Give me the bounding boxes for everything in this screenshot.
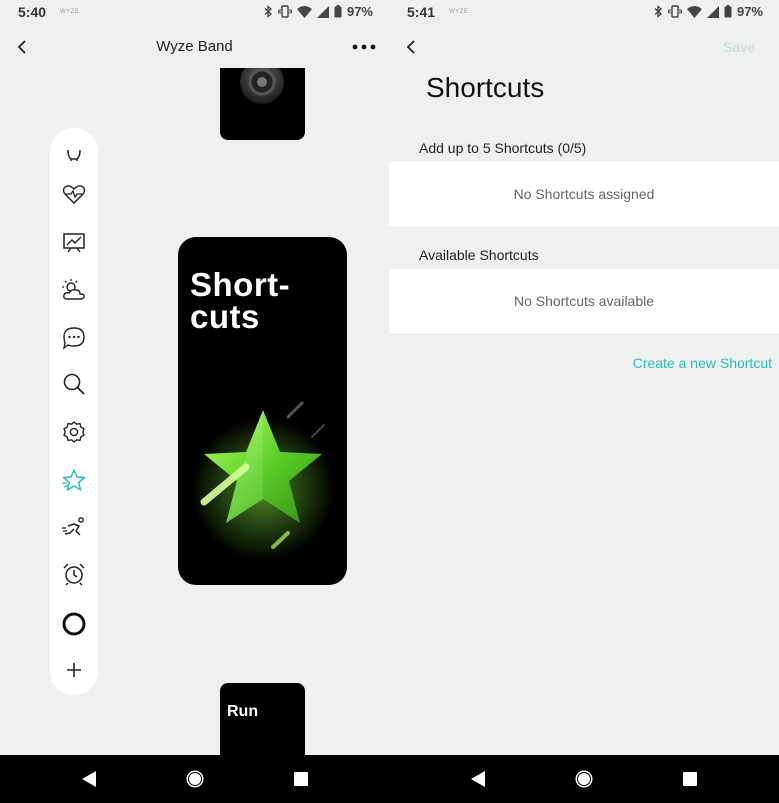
assigned-shortcuts-list: No Shortcuts assigned (389, 162, 779, 226)
top-app-bar: Wyze Band (0, 30, 389, 64)
nav-back-button[interactable] (467, 769, 489, 789)
nav-recents-button[interactable] (290, 769, 312, 789)
search-icon (63, 373, 85, 395)
more-horizontal-icon (352, 44, 376, 50)
wyze-band-screen: 5:40 WYZE 97% Wyze Band Short- cuts Run (0, 0, 389, 755)
save-button[interactable]: Save (723, 39, 755, 55)
watch-card-settings[interactable] (220, 68, 305, 140)
available-shortcuts-list: No Shortcuts available (389, 269, 779, 333)
square-recents-icon (683, 772, 697, 786)
status-icons: 97% (264, 4, 373, 19)
status-carrier: WYZE (449, 9, 469, 15)
bluetooth-icon (264, 5, 272, 18)
signal-icon (316, 5, 329, 18)
vibrate-icon (277, 5, 292, 18)
more-options-button[interactable] (349, 36, 379, 58)
sidebar-item-settings[interactable] (60, 418, 88, 446)
activity-chart-icon (63, 233, 85, 253)
glowing-star-icon (191, 401, 335, 561)
add-icon (67, 663, 81, 677)
nav-home-button[interactable] (573, 769, 595, 789)
status-bar: 5:41 WYZE 97% (389, 0, 779, 24)
back-button[interactable] (403, 36, 423, 58)
sidebar-item-shortcuts[interactable] (60, 466, 88, 494)
battery-percent: 97% (736, 4, 763, 19)
settings-icon (63, 421, 85, 443)
status-time: 5:41 (407, 4, 436, 20)
watch-card-shortcuts[interactable]: Short- cuts (178, 237, 347, 585)
available-empty-text: No Shortcuts available (513, 293, 655, 309)
nav-recents-button[interactable] (679, 769, 701, 789)
battery-percent: 97% (346, 4, 373, 19)
nav-back-button[interactable] (78, 769, 100, 789)
battery-icon (724, 5, 732, 18)
circle-home-icon (186, 770, 204, 788)
run-icon (62, 517, 84, 536)
heart-rate-icon (62, 185, 86, 204)
sidebar-item-messages[interactable] (60, 324, 88, 352)
star-icon (62, 469, 86, 491)
sidebar-item-weather[interactable] (60, 276, 88, 304)
watch-card-run-label: Run (227, 703, 259, 720)
status-time: 5:40 (18, 4, 47, 20)
create-shortcut-link[interactable]: Create a new Shortcut (633, 355, 772, 371)
sidebar-item-heart-rate[interactable] (60, 180, 88, 208)
assigned-empty-text: No Shortcuts assigned (513, 186, 655, 202)
shortcuts-screen: 5:41 WYZE 97% Save Shortcuts Add up to 5… (389, 0, 779, 755)
bluetooth-icon (654, 5, 662, 18)
sidebar-item-add[interactable] (60, 656, 88, 684)
sidebar-item-activity[interactable] (60, 228, 88, 256)
circle-home-icon (575, 770, 593, 788)
weather-icon (62, 279, 85, 300)
wifi-icon (686, 5, 702, 18)
top-app-bar: Save (389, 30, 779, 64)
status-carrier: WYZE (60, 9, 80, 15)
page-title: Wyze Band (156, 38, 233, 55)
triangle-back-icon (82, 771, 96, 787)
wifi-icon (296, 5, 312, 18)
page-title: Shortcuts (426, 72, 545, 103)
assigned-shortcuts-label: Add up to 5 Shortcuts (0/5) (419, 140, 587, 156)
triangle-back-icon (471, 771, 485, 787)
alarm-icon (63, 563, 85, 586)
gear-graphic-icon (240, 68, 284, 104)
system-navigation-bar (0, 755, 779, 803)
sidebar-item-alexa[interactable] (60, 610, 88, 638)
sidebar-item-run[interactable] (60, 514, 88, 542)
nav-home-button[interactable] (184, 769, 206, 789)
feature-sidebar (50, 128, 98, 695)
available-shortcuts-label: Available Shortcuts (419, 247, 539, 263)
watch-card-run[interactable]: Run (220, 683, 305, 755)
status-bar: 5:40 WYZE 97% (0, 0, 389, 24)
square-recents-icon (294, 772, 308, 786)
chevron-left-icon (406, 40, 415, 54)
alexa-icon (62, 612, 86, 636)
status-icons: 97% (654, 4, 763, 19)
watch-card-title: Short- cuts (190, 266, 291, 335)
sidebar-item-alarm[interactable] (60, 560, 88, 588)
steps-icon (67, 149, 81, 161)
sidebar-item-search[interactable] (60, 370, 88, 398)
battery-icon (334, 5, 342, 18)
messages-icon (62, 327, 85, 350)
signal-icon (706, 5, 719, 18)
vibrate-icon (667, 5, 682, 18)
sidebar-item-steps[interactable] (60, 140, 88, 168)
